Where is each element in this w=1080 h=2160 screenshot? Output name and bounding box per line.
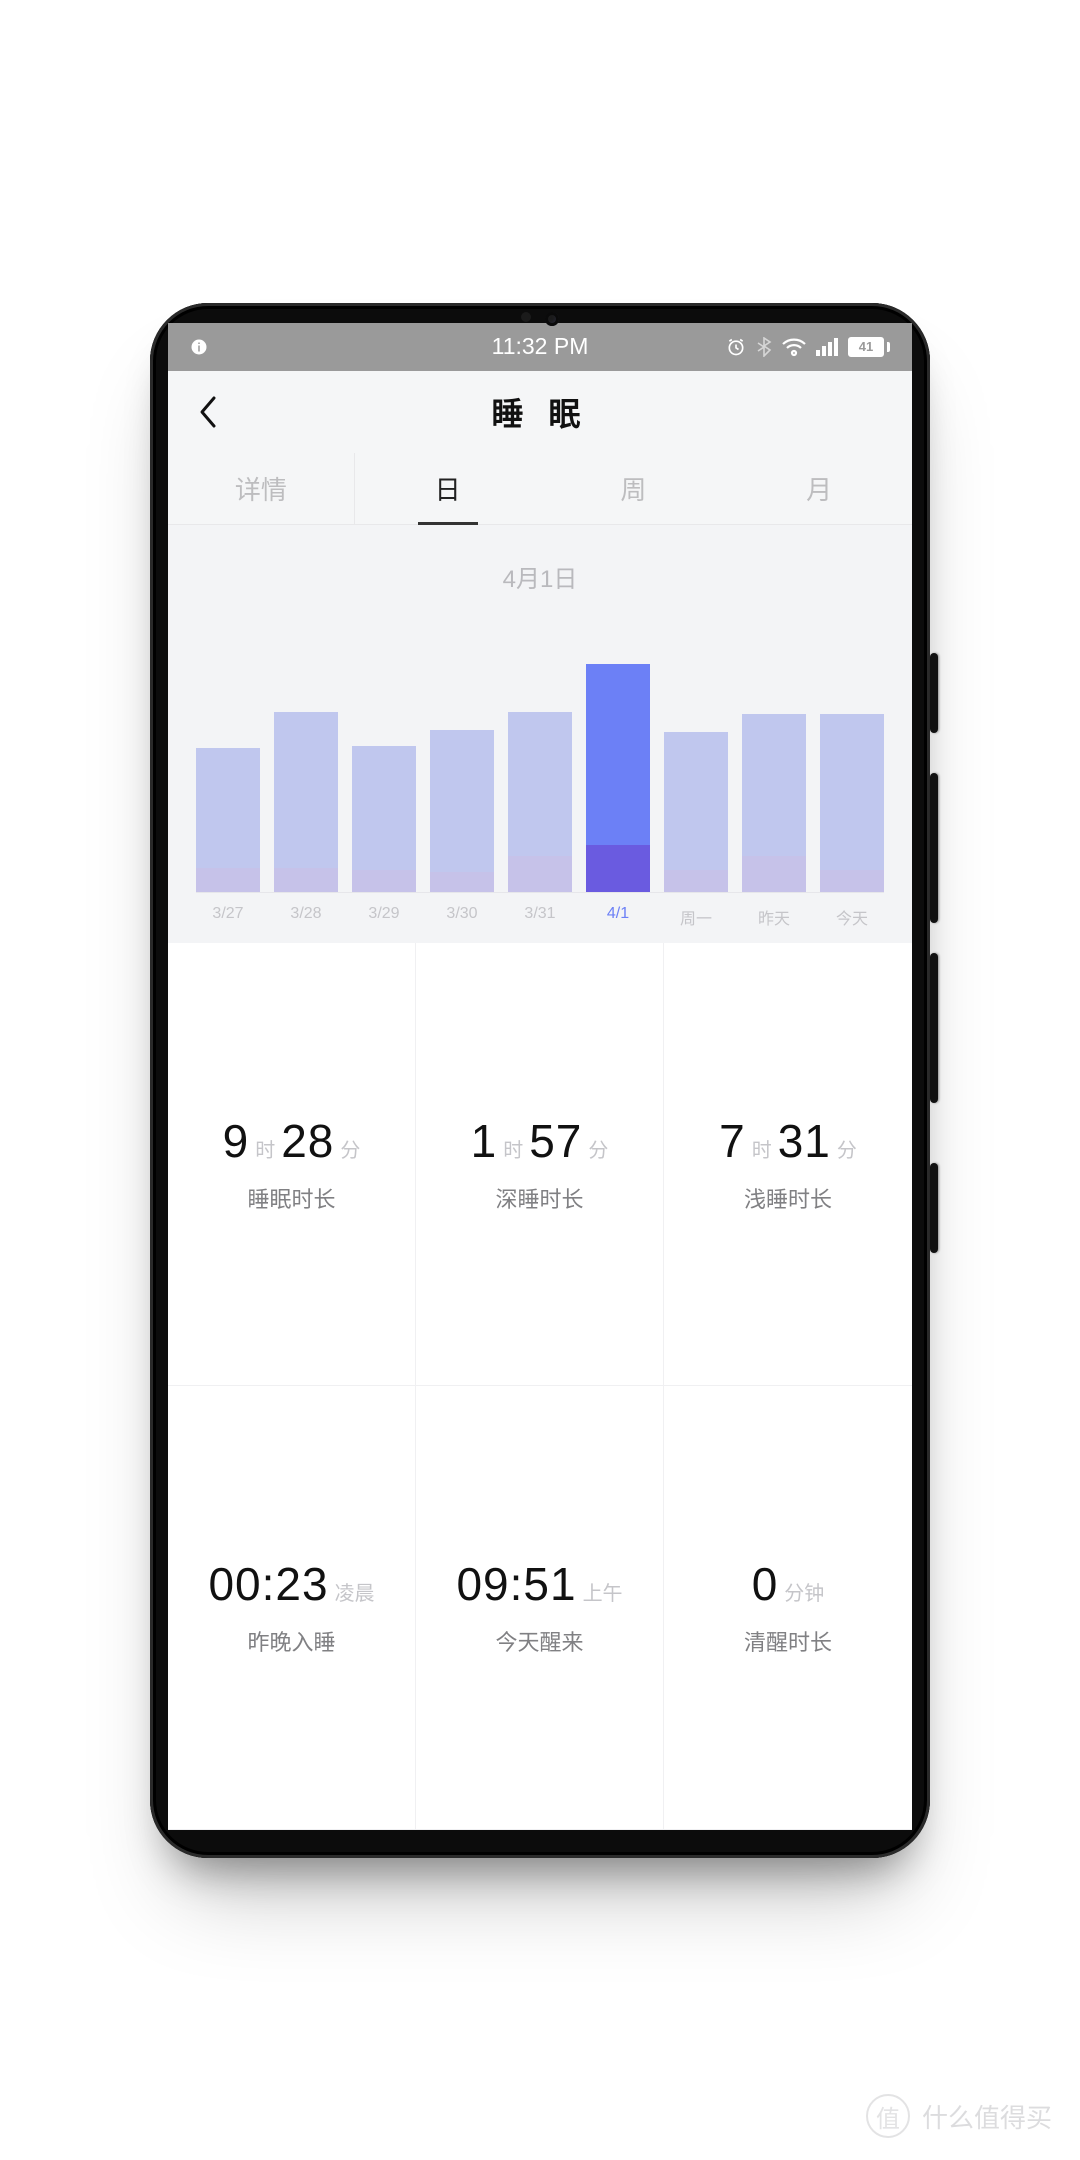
metric-value: 7时31分 (719, 1114, 857, 1168)
metric-value: 1时57分 (471, 1114, 609, 1168)
metric-value: 0分钟 (752, 1557, 825, 1611)
x-axis-label: 3/30 (430, 905, 494, 929)
chart-bar[interactable] (274, 652, 338, 892)
chart-bar[interactable] (352, 652, 416, 892)
phone-screen: 11:32 PM 41 睡 眠 详情日周月 (168, 323, 912, 1830)
x-axis-label: 3/29 (352, 905, 416, 929)
metric-value: 00:23凌晨 (208, 1557, 374, 1611)
x-axis-label: 3/31 (508, 905, 572, 929)
metric-cell: 9时28分睡眠时长 (168, 943, 416, 1387)
signal-icon (816, 338, 838, 356)
metrics-grid: 9时28分睡眠时长1时57分深睡时长7时31分浅睡时长00:23凌晨昨晚入睡09… (168, 943, 912, 1830)
metric-value: 9时28分 (223, 1114, 361, 1168)
info-icon (190, 338, 208, 356)
x-axis-label: 昨天 (742, 905, 806, 929)
chevron-left-icon (197, 394, 219, 430)
metric-value: 09:51上午 (456, 1557, 622, 1611)
bluetooth-icon (756, 337, 772, 357)
chart-date-label: 4月1日 (168, 559, 912, 594)
phone-side-button (930, 1163, 938, 1253)
chart-bar[interactable] (742, 652, 806, 892)
chart-bar[interactable] (196, 652, 260, 892)
chart-bar[interactable] (586, 652, 650, 892)
metric-label: 深睡时长 (495, 1182, 583, 1214)
metric-label: 清醒时长 (744, 1625, 832, 1657)
metric-cell: 1时57分深睡时长 (416, 943, 664, 1387)
tabs: 详情日周月 (168, 453, 912, 525)
alarm-icon (726, 337, 746, 357)
metric-label: 浅睡时长 (744, 1182, 832, 1214)
x-axis-label: 今天 (820, 905, 884, 929)
metric-cell: 00:23凌晨昨晚入睡 (168, 1386, 416, 1830)
chart-x-labels: 3/27 3/28 3/29 3/30 3/31 4/1 周一昨天今天 (168, 893, 912, 929)
x-axis-label: 3/28 (274, 905, 338, 929)
phone-side-button (930, 653, 938, 733)
tab-日[interactable]: 日 (354, 453, 541, 524)
chart-bar[interactable] (508, 652, 572, 892)
metric-label: 今天醒来 (495, 1625, 583, 1657)
phone-side-button (930, 773, 938, 923)
x-axis-label: 周一 (664, 905, 728, 929)
x-axis-label: 4/1 (586, 905, 650, 929)
page-title: 睡 眠 (492, 389, 589, 435)
chart-bar[interactable] (664, 652, 728, 892)
metric-label: 睡眠时长 (247, 1182, 335, 1214)
wifi-icon (782, 337, 806, 357)
tab-月[interactable]: 月 (726, 453, 912, 524)
watermark: 值 什么值得买 (866, 2094, 1052, 2138)
metric-cell: 09:51上午今天醒来 (416, 1386, 664, 1830)
battery-level: 41 (848, 337, 884, 357)
app-header: 睡 眠 (168, 371, 912, 453)
phone-side-button (930, 953, 938, 1103)
status-bar: 11:32 PM 41 (168, 323, 912, 371)
back-button[interactable] (186, 390, 230, 434)
battery-icon: 41 (848, 337, 890, 357)
chart-bar[interactable] (430, 652, 494, 892)
metric-cell: 7时31分浅睡时长 (664, 943, 912, 1387)
chart-section: 4月1日 3/27 3/28 3/29 3/30 3/31 4/1 周一昨天今天 (168, 525, 912, 943)
metric-label: 昨晚入睡 (247, 1625, 335, 1657)
tab-周[interactable]: 周 (541, 453, 727, 524)
chart-bar[interactable] (820, 652, 884, 892)
metric-cell: 0分钟清醒时长 (664, 1386, 912, 1830)
x-axis-label: 3/27 (196, 905, 260, 929)
watermark-logo: 值 (866, 2094, 910, 2138)
watermark-text: 什么值得买 (922, 2098, 1052, 2135)
tab-详情[interactable]: 详情 (168, 453, 354, 524)
phone-frame: 11:32 PM 41 睡 眠 详情日周月 (150, 303, 930, 1858)
sensor-dot (521, 312, 531, 322)
sleep-bar-chart[interactable] (168, 652, 912, 892)
